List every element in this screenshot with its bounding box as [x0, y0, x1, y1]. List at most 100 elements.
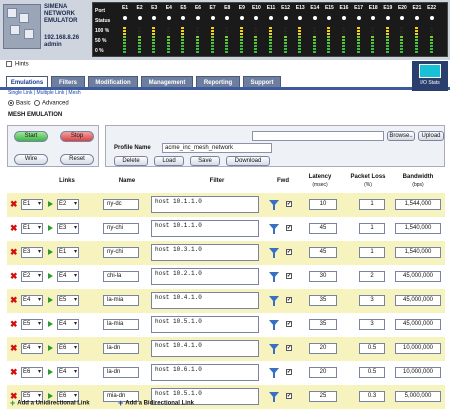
- packet-loss-input[interactable]: 0.5: [359, 343, 385, 354]
- latency-input[interactable]: 30: [309, 271, 337, 282]
- from-port-select[interactable]: E4: [21, 295, 43, 306]
- delete-row-icon[interactable]: ✖: [10, 199, 18, 209]
- bandwidth-input[interactable]: 5,000,000: [395, 391, 441, 402]
- bandwidth-input[interactable]: 1,544,000: [395, 199, 441, 210]
- packet-loss-input[interactable]: 2: [359, 271, 385, 282]
- to-port-select[interactable]: E1: [57, 247, 79, 258]
- link-name-input[interactable]: la-dn: [103, 343, 139, 354]
- fwd-checkbox[interactable]: ✔: [286, 201, 292, 207]
- bandwidth-input[interactable]: 1,540,000: [395, 223, 441, 234]
- stop-button[interactable]: Stop: [60, 131, 94, 142]
- browse-button[interactable]: Browse..: [387, 131, 415, 141]
- to-port-select[interactable]: E6: [57, 343, 79, 354]
- to-port-select[interactable]: E5: [57, 295, 79, 306]
- fwd-checkbox[interactable]: ✔: [286, 249, 292, 255]
- basic-radio[interactable]: [8, 100, 14, 106]
- packet-loss-input[interactable]: 1: [359, 247, 385, 258]
- filter-funnel-icon[interactable]: [269, 224, 279, 234]
- fwd-checkbox[interactable]: ✔: [286, 273, 292, 279]
- from-port-select[interactable]: E1: [21, 199, 43, 210]
- bandwidth-input[interactable]: 10,000,000: [395, 367, 441, 378]
- to-port-select[interactable]: E4: [57, 319, 79, 330]
- delete-row-icon[interactable]: ✖: [10, 295, 18, 305]
- bandwidth-input[interactable]: 10,000,000: [395, 343, 441, 354]
- load-button[interactable]: Load: [154, 156, 184, 166]
- filter-funnel-icon[interactable]: [269, 272, 279, 282]
- link-name-input[interactable]: la-mia: [103, 295, 139, 306]
- filter-funnel-icon[interactable]: [269, 392, 279, 402]
- hints-checkbox[interactable]: [6, 61, 12, 67]
- fwd-checkbox[interactable]: ✔: [286, 297, 292, 303]
- filter-textarea[interactable]: host 10.6.1.0: [151, 364, 259, 381]
- packet-loss-input[interactable]: 3: [359, 319, 385, 330]
- filter-textarea[interactable]: host 10.3.1.0: [151, 244, 259, 261]
- packet-loss-input[interactable]: 1: [359, 223, 385, 234]
- filter-textarea[interactable]: host 10.4.1.0: [151, 292, 259, 309]
- delete-row-icon[interactable]: ✖: [10, 271, 18, 281]
- filter-funnel-icon[interactable]: [269, 200, 279, 210]
- latency-input[interactable]: 20: [309, 367, 337, 378]
- link-mesh[interactable]: Mesh: [68, 90, 80, 96]
- link-name-input[interactable]: ny-dc: [103, 199, 139, 210]
- latency-input[interactable]: 45: [309, 223, 337, 234]
- fwd-checkbox[interactable]: ✔: [286, 369, 292, 375]
- filter-funnel-icon[interactable]: [269, 248, 279, 258]
- file-path-input[interactable]: [252, 131, 384, 141]
- latency-input[interactable]: 10: [309, 199, 337, 210]
- filter-textarea[interactable]: host 10.1.1.0: [151, 196, 259, 213]
- packet-loss-input[interactable]: 0.5: [359, 367, 385, 378]
- link-name-input[interactable]: chi-la: [103, 271, 139, 282]
- from-port-select[interactable]: E4: [21, 343, 43, 354]
- bandwidth-input[interactable]: 1,540,000: [395, 247, 441, 258]
- add-unidirectional-link[interactable]: + Add a Unidirectional Link: [10, 398, 90, 408]
- delete-row-icon[interactable]: ✖: [10, 247, 18, 257]
- link-name-input[interactable]: ny-chi: [103, 223, 139, 234]
- packet-loss-input[interactable]: 3: [359, 295, 385, 306]
- delete-row-icon[interactable]: ✖: [10, 319, 18, 329]
- fwd-checkbox[interactable]: ✔: [286, 225, 292, 231]
- upload-button[interactable]: Upload: [418, 131, 444, 141]
- io-stats-button[interactable]: I/O Stats: [412, 61, 448, 91]
- link-name-input[interactable]: la-dn: [103, 367, 139, 378]
- link-name-input[interactable]: la-mia: [103, 319, 139, 330]
- link-single[interactable]: Single Link: [8, 90, 32, 96]
- fwd-checkbox[interactable]: ✔: [286, 345, 292, 351]
- from-port-select[interactable]: E5: [21, 319, 43, 330]
- from-port-select[interactable]: E6: [21, 367, 43, 378]
- packet-loss-input[interactable]: 0.3: [359, 391, 385, 402]
- to-port-select[interactable]: E3: [57, 223, 79, 234]
- delete-button[interactable]: Delete: [114, 156, 148, 166]
- advanced-radio[interactable]: [34, 100, 41, 106]
- latency-input[interactable]: 35: [309, 295, 337, 306]
- latency-input[interactable]: 25: [309, 391, 337, 402]
- bandwidth-input[interactable]: 45,000,000: [395, 319, 441, 330]
- profile-name-input[interactable]: acme_inc_mesh_network: [162, 143, 272, 153]
- latency-input[interactable]: 20: [309, 343, 337, 354]
- filter-funnel-icon[interactable]: [269, 320, 279, 330]
- filter-textarea[interactable]: host 10.4.1.0: [151, 340, 259, 357]
- filter-funnel-icon[interactable]: [269, 368, 279, 378]
- filter-textarea[interactable]: host 10.5.1.0: [151, 316, 259, 333]
- fwd-checkbox[interactable]: ✔: [286, 321, 292, 327]
- download-button[interactable]: Download: [226, 156, 270, 166]
- latency-input[interactable]: 45: [309, 247, 337, 258]
- delete-row-icon[interactable]: ✖: [10, 367, 18, 377]
- latency-input[interactable]: 35: [309, 319, 337, 330]
- to-port-select[interactable]: E4: [57, 271, 79, 282]
- filter-textarea[interactable]: host 10.1.1.0: [151, 220, 259, 237]
- delete-row-icon[interactable]: ✖: [10, 223, 18, 233]
- filter-textarea[interactable]: host 10.2.1.0: [151, 268, 259, 285]
- fwd-checkbox[interactable]: ✔: [286, 393, 292, 399]
- from-port-select[interactable]: E2: [21, 271, 43, 282]
- link-name-input[interactable]: ny-chi: [103, 247, 139, 258]
- to-port-select[interactable]: E4: [57, 367, 79, 378]
- wire-button[interactable]: Wire: [14, 154, 48, 165]
- from-port-select[interactable]: E3: [21, 247, 43, 258]
- add-bidirectional-link[interactable]: + Add a Bidirectional Link: [118, 398, 194, 408]
- reset-button[interactable]: Reset: [60, 154, 94, 165]
- start-button[interactable]: Start: [14, 131, 48, 142]
- delete-row-icon[interactable]: ✖: [10, 343, 18, 353]
- packet-loss-input[interactable]: 1: [359, 199, 385, 210]
- filter-funnel-icon[interactable]: [269, 344, 279, 354]
- to-port-select[interactable]: E2: [57, 199, 79, 210]
